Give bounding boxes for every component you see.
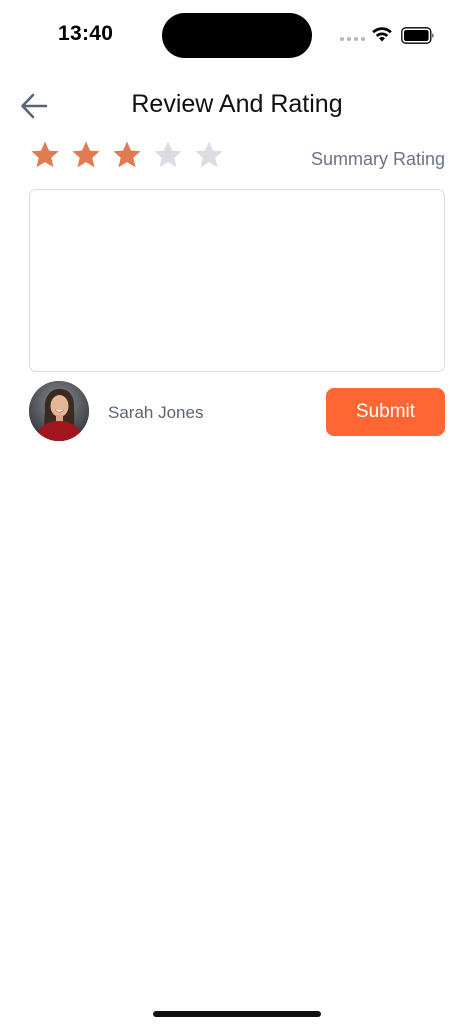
author-name: Sarah Jones [108, 403, 204, 422]
header: Review And Rating [0, 80, 474, 130]
star-rating[interactable] [30, 140, 224, 170]
submit-button[interactable]: Submit [326, 388, 445, 436]
star-empty-icon[interactable] [153, 140, 183, 170]
page-title: Review And Rating [131, 90, 343, 118]
user-photo [29, 381, 89, 441]
dynamic-island [162, 13, 312, 58]
wifi-icon [372, 27, 392, 42]
status-bar: 13:40 [0, 0, 474, 70]
rating-row: Summary Rating [30, 140, 445, 180]
review-textarea[interactable] [29, 189, 445, 372]
battery-icon [401, 27, 434, 44]
author-row: Sarah Jones Submit [29, 381, 445, 443]
cellular-signal-icon [340, 37, 365, 41]
star-filled-icon[interactable] [71, 140, 101, 170]
star-empty-icon[interactable] [194, 140, 224, 170]
avatar [29, 381, 89, 441]
star-filled-icon[interactable] [112, 140, 142, 170]
star-filled-icon[interactable] [30, 140, 60, 170]
status-time: 13:40 [58, 22, 114, 45]
home-indicator[interactable] [153, 1011, 321, 1017]
summary-rating-label: Summary Rating [310, 149, 445, 169]
